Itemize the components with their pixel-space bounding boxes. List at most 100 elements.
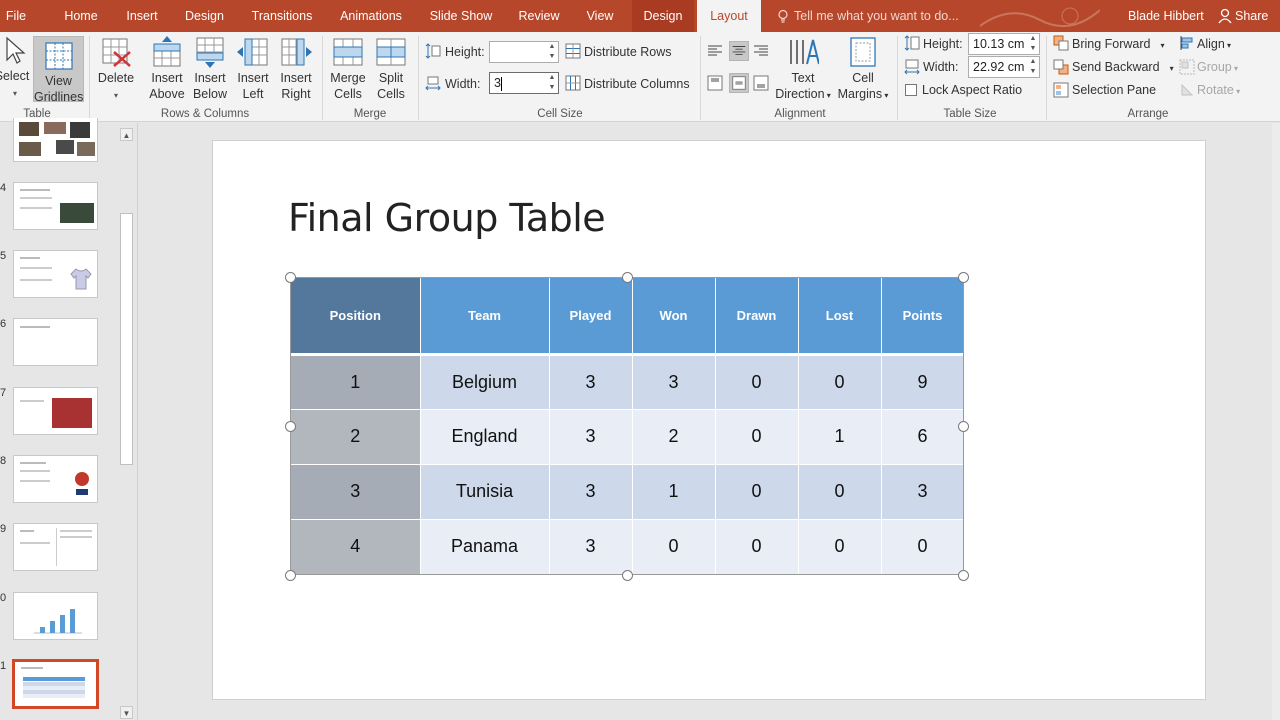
bring-forward-button[interactable]: Bring Forward ▾	[1072, 34, 1165, 54]
tab-view[interactable]: View	[576, 0, 624, 32]
tell-me-search[interactable]: Tell me what you want to do...	[776, 0, 959, 32]
table-height-input[interactable]: 10.13 cm ▲ ▼	[968, 33, 1040, 55]
table-header-cell[interactable]: Team	[420, 278, 550, 356]
table-cell[interactable]: 0	[715, 354, 799, 410]
lock-aspect-checkbox[interactable]	[905, 84, 917, 96]
user-name[interactable]: Blade Hibbert	[1128, 0, 1204, 32]
insert-right-button[interactable]: Insert Right	[275, 36, 317, 102]
tab-animations[interactable]: Animations	[333, 0, 409, 32]
cell-height-input[interactable]: ▲ ▼	[489, 41, 559, 63]
merge-cells-button[interactable]: Merge Cells	[328, 36, 368, 102]
resize-handle[interactable]	[958, 421, 969, 432]
thumbnail-scrollbar[interactable]: ▲ ▼	[118, 125, 135, 720]
slide-thumbnail[interactable]	[13, 318, 98, 366]
slide-thumbnail[interactable]	[13, 118, 98, 162]
group-table[interactable]: Position Team Played Won Drawn Lost Poin…	[291, 278, 965, 575]
text-direction-button[interactable]: Text Direction ▾	[774, 36, 832, 102]
slide-thumbnail[interactable]	[13, 592, 98, 640]
split-cells-button[interactable]: Split Cells	[371, 36, 411, 102]
resize-handle[interactable]	[622, 570, 633, 581]
table-cell[interactable]: 1	[798, 409, 882, 465]
resize-handle[interactable]	[285, 570, 296, 581]
table-cell[interactable]: 3	[549, 409, 633, 465]
resize-handle[interactable]	[622, 272, 633, 283]
align-middle-icon[interactable]	[729, 73, 749, 93]
table-cell[interactable]: 2	[632, 409, 716, 465]
table-cell[interactable]: 0	[632, 519, 716, 575]
distribute-rows-button[interactable]: Distribute Rows	[584, 42, 672, 62]
slide-thumbnail[interactable]	[13, 387, 98, 435]
slide-thumbnail[interactable]	[13, 182, 98, 230]
insert-left-button[interactable]: Insert Left	[232, 36, 274, 102]
table-cell[interactable]: 0	[798, 464, 882, 520]
table-cell[interactable]: 3	[881, 464, 965, 520]
table-cell[interactable]: 1	[291, 354, 421, 410]
table-header-cell[interactable]: Played	[549, 278, 633, 356]
table-cell[interactable]: 3	[549, 354, 633, 410]
table-header-cell[interactable]: Points	[881, 278, 965, 356]
view-gridlines-button[interactable]: View Gridlines	[33, 36, 84, 104]
table-cell[interactable]: 0	[881, 519, 965, 575]
tab-file[interactable]: File	[0, 0, 32, 32]
slide-title[interactable]: Final Group Table	[288, 196, 606, 240]
table-cell[interactable]: 0	[715, 409, 799, 465]
distribute-columns-button[interactable]: Distribute Columns	[584, 74, 690, 94]
insert-below-button[interactable]: Insert Below	[189, 36, 231, 102]
spin-arrows-icon[interactable]: ▲ ▼	[1027, 57, 1039, 77]
table-cell[interactable]: 2	[291, 409, 421, 465]
selection-pane-button[interactable]: Selection Pane	[1072, 80, 1156, 100]
table-header-cell[interactable]: Drawn	[715, 278, 799, 356]
delete-button[interactable]: Delete ▾	[94, 36, 138, 102]
table-cell[interactable]: 3	[549, 464, 633, 520]
cell-width-input[interactable]: 3 ▲ ▼	[489, 72, 559, 94]
scroll-down-icon[interactable]: ▼	[120, 706, 133, 719]
table-header-cell[interactable]: Won	[632, 278, 716, 356]
tab-insert[interactable]: Insert	[115, 0, 169, 32]
slide-thumbnail[interactable]	[13, 455, 98, 503]
slide-thumbnail[interactable]	[13, 523, 98, 571]
align-left-icon[interactable]	[707, 43, 723, 59]
table-cell[interactable]: 0	[798, 519, 882, 575]
tab-slide-show[interactable]: Slide Show	[423, 0, 499, 32]
spin-arrows-icon[interactable]: ▲ ▼	[1027, 34, 1039, 54]
table-cell[interactable]: 0	[715, 519, 799, 575]
align-button[interactable]: Align ▾	[1197, 34, 1231, 54]
resize-handle[interactable]	[285, 421, 296, 432]
resize-handle[interactable]	[285, 272, 296, 283]
spin-arrows-icon[interactable]: ▲ ▼	[546, 42, 558, 62]
insert-above-button[interactable]: Insert Above	[146, 36, 188, 102]
cell-margins-button[interactable]: Cell Margins ▾	[835, 36, 891, 102]
slide-thumbnail-selected[interactable]	[12, 659, 99, 709]
table-cell[interactable]: 1	[632, 464, 716, 520]
align-top-icon[interactable]	[707, 75, 723, 91]
tab-table-layout[interactable]: Layout	[697, 0, 761, 32]
tab-transitions[interactable]: Transitions	[244, 0, 320, 32]
table-cell[interactable]: Panama	[420, 519, 550, 575]
align-bottom-icon[interactable]	[753, 75, 769, 91]
slide-thumbnail[interactable]	[13, 250, 98, 298]
send-backward-button[interactable]: Send Backward ▾	[1072, 57, 1174, 77]
table-width-input[interactable]: 22.92 cm ▲ ▼	[968, 56, 1040, 78]
tab-table-design[interactable]: Design	[632, 0, 694, 32]
align-right-icon[interactable]	[753, 43, 769, 59]
align-center-icon[interactable]	[729, 41, 749, 61]
table-header-cell[interactable]: Lost	[798, 278, 882, 356]
table-cell[interactable]: Belgium	[420, 354, 550, 410]
slide-scrollbar[interactable]	[1272, 123, 1280, 720]
scroll-up-icon[interactable]: ▲	[120, 128, 133, 141]
table-cell[interactable]: 3	[291, 464, 421, 520]
resize-handle[interactable]	[958, 570, 969, 581]
tab-home[interactable]: Home	[52, 0, 110, 32]
table-cell[interactable]: 9	[881, 354, 965, 410]
table-cell[interactable]: 4	[291, 519, 421, 575]
table-cell[interactable]: 6	[881, 409, 965, 465]
share-button[interactable]: Share	[1218, 0, 1268, 32]
table-cell[interactable]: 3	[549, 519, 633, 575]
table-cell[interactable]: 3	[632, 354, 716, 410]
table-cell[interactable]: Tunisia	[420, 464, 550, 520]
select-button[interactable]: Select ▾	[0, 36, 30, 102]
tab-review[interactable]: Review	[512, 0, 566, 32]
resize-handle[interactable]	[958, 272, 969, 283]
scrollbar-thumb[interactable]	[120, 213, 133, 465]
table-cell[interactable]: England	[420, 409, 550, 465]
